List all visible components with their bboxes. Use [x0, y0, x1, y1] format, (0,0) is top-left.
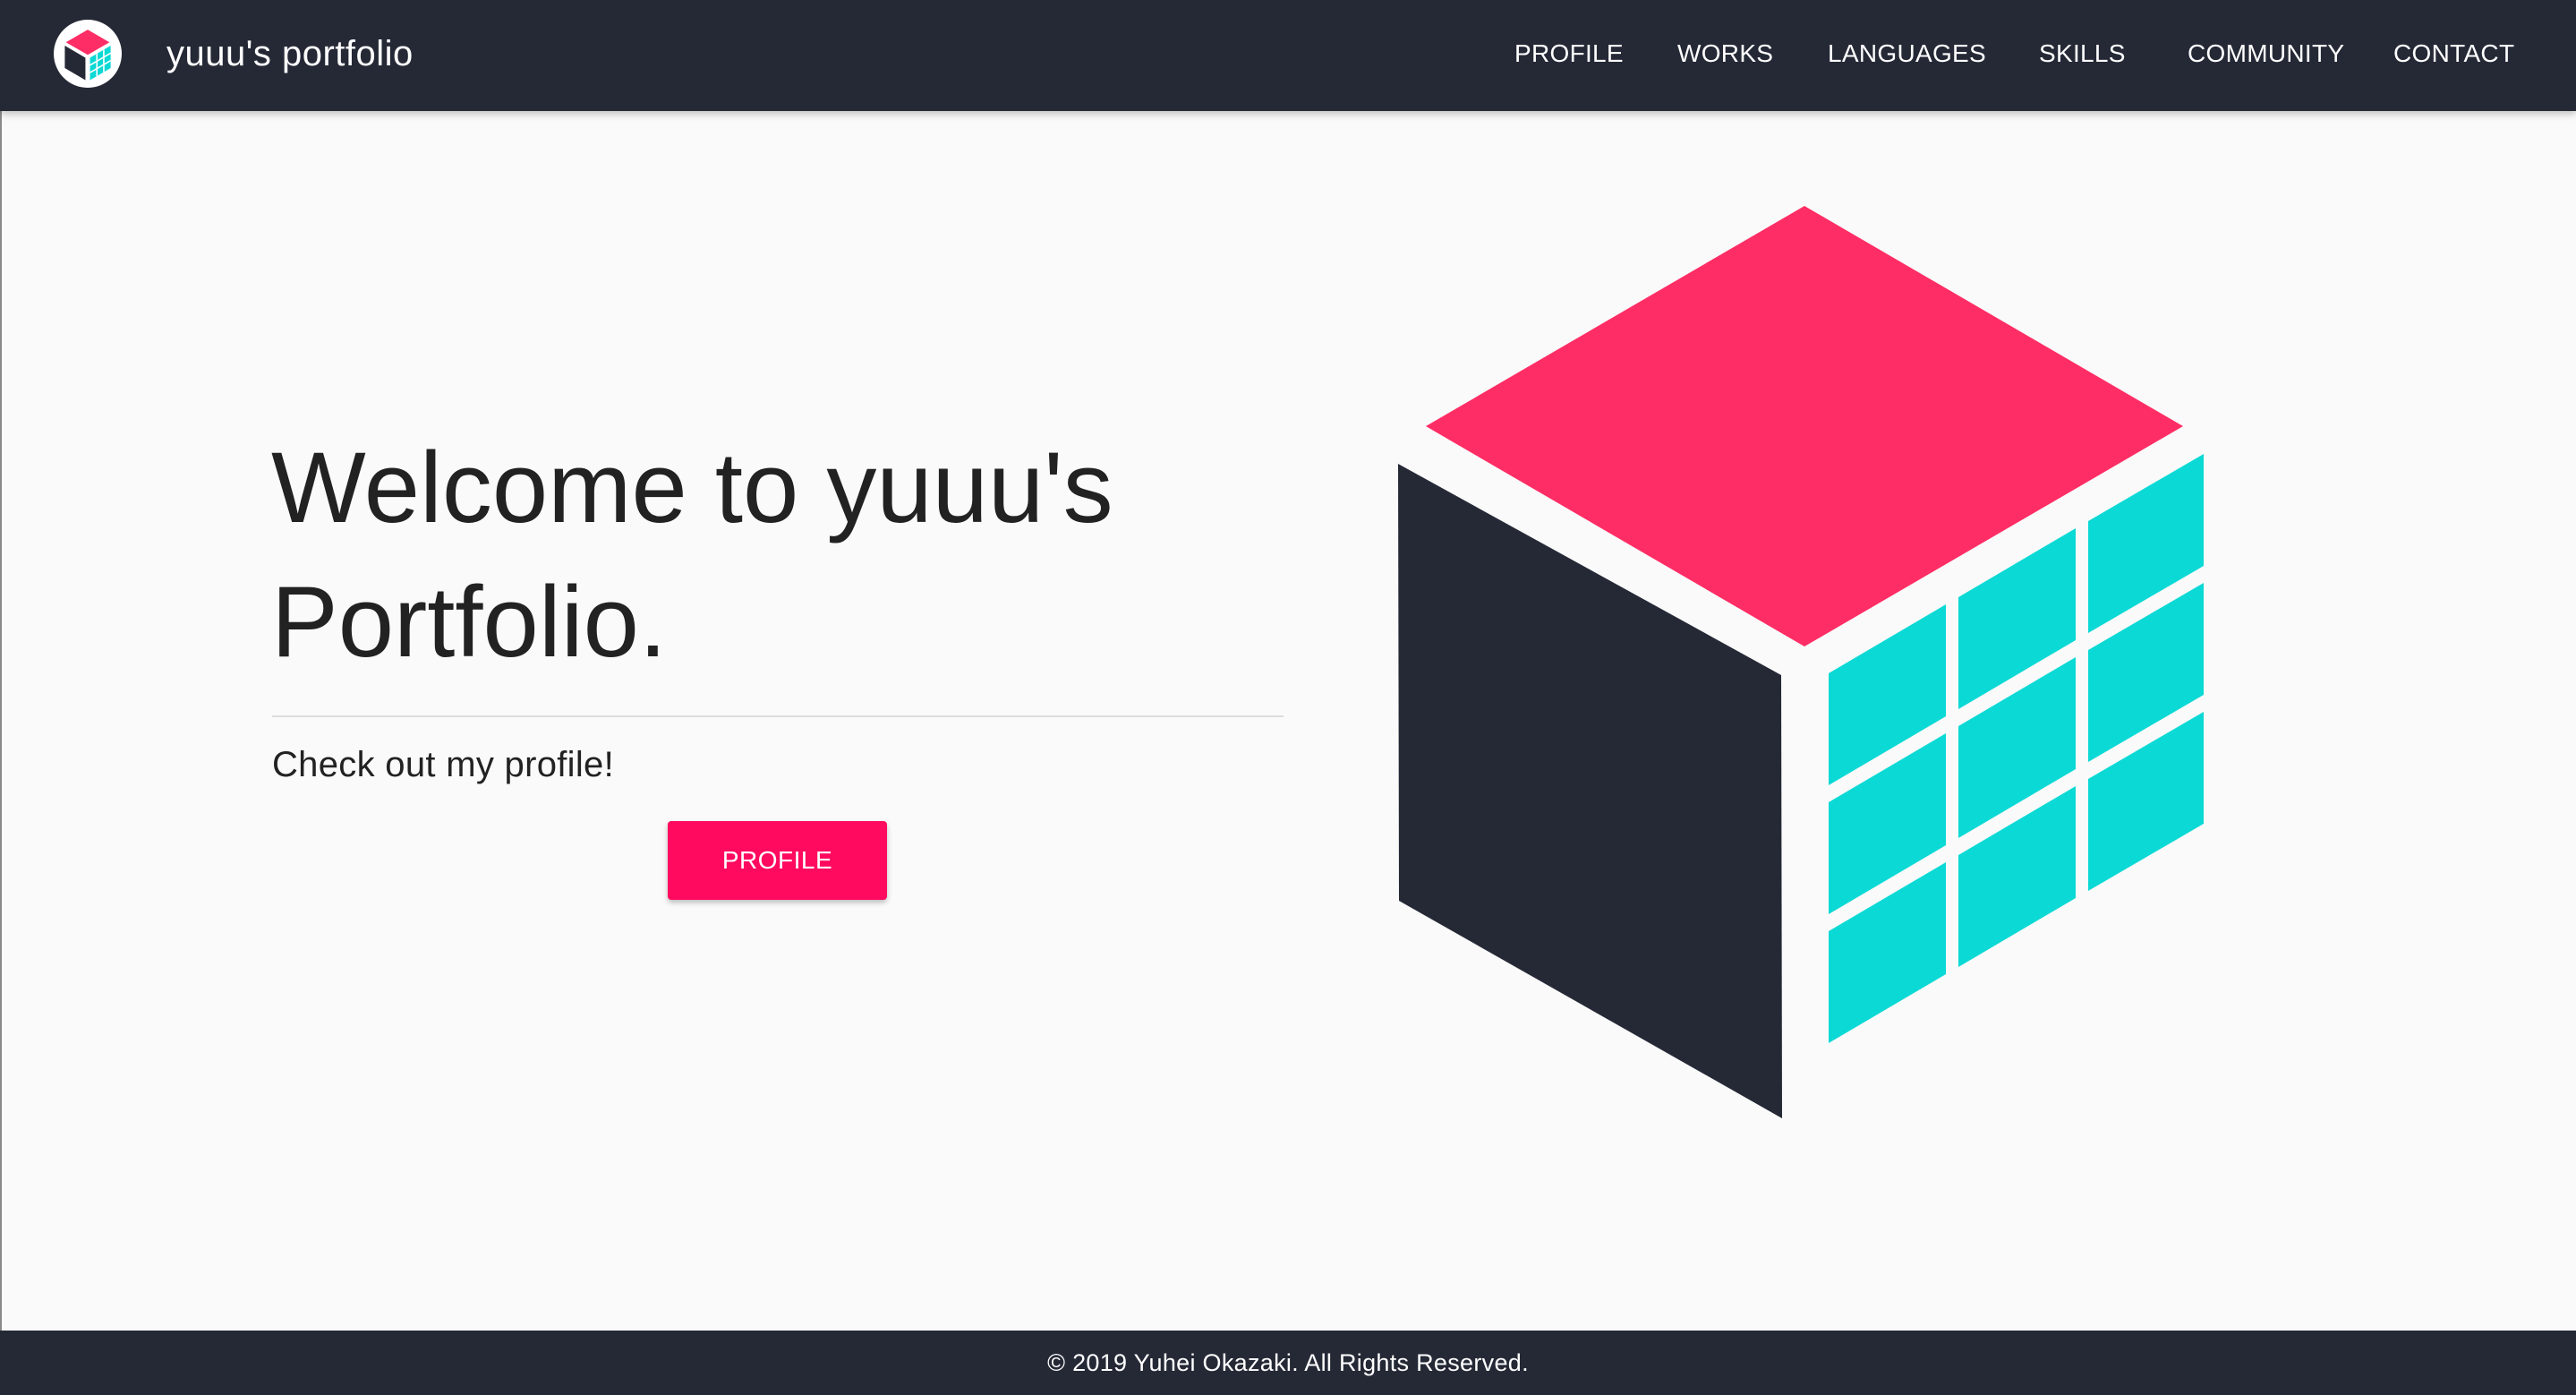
app-window: yuuu's portfolio PROFILE WORKS LANGUAGES…	[0, 0, 2576, 1395]
copyright-text: © 2019 Yuhei Okazaki. All Rights Reserve…	[1047, 1348, 1529, 1376]
hero-title-line2: Portfolio.	[271, 566, 667, 678]
nav-item-works[interactable]: WORKS	[1677, 36, 1773, 72]
nav-item-contact[interactable]: CONTACT	[2393, 36, 2514, 72]
hero-divider	[272, 715, 1284, 717]
cube-illustration	[1398, 206, 2204, 1118]
nav-item-skills[interactable]: SKILLS	[2039, 36, 2126, 72]
hero-subtitle: Check out my profile!	[272, 745, 615, 784]
hero-title: Welcome to yuuu's Portfolio.	[271, 421, 1327, 689]
window-left-border	[0, 111, 2, 1331]
hero-title-line1: Welcome to yuuu's	[271, 432, 1113, 543]
nav-item-profile[interactable]: PROFILE	[1514, 36, 1624, 72]
footer: © 2019 Yuhei Okazaki. All Rights Reserve…	[0, 1331, 2576, 1395]
nav-item-languages[interactable]: LANGUAGES	[1828, 36, 1986, 72]
profile-button[interactable]: PROFILE	[668, 821, 887, 900]
cube-logo-icon[interactable]	[54, 20, 122, 88]
site-title[interactable]: yuuu's portfolio	[166, 30, 414, 77]
cube-logo-svg	[64, 30, 112, 81]
nav-item-community[interactable]: COMMUNITY	[2188, 36, 2344, 72]
top-app-bar: yuuu's portfolio PROFILE WORKS LANGUAGES…	[0, 0, 2576, 111]
